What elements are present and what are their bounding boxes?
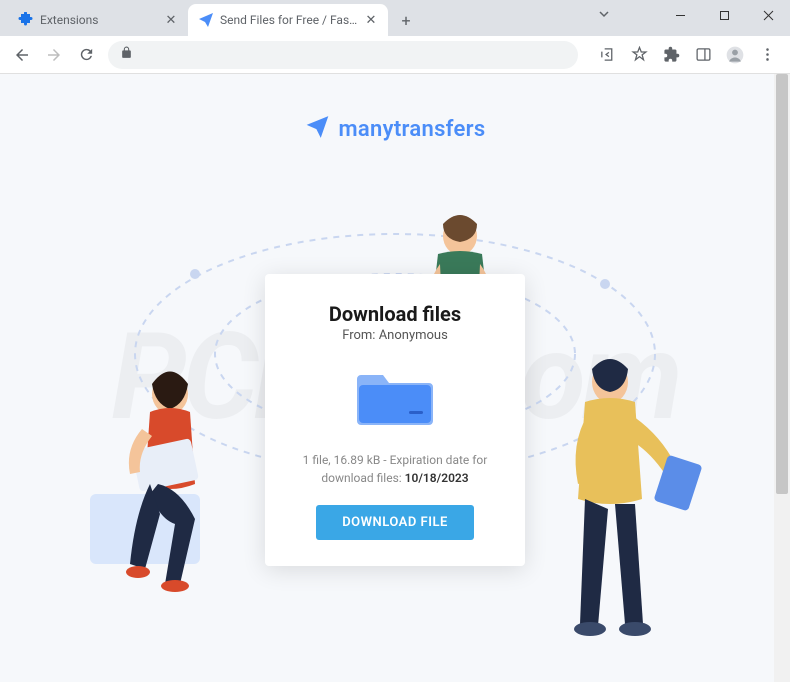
tab-title: Send Files for Free / Fast & Secu bbox=[220, 13, 358, 27]
scrollbar[interactable] bbox=[774, 74, 790, 682]
tab-title: Extensions bbox=[40, 13, 158, 27]
close-window-button[interactable] bbox=[746, 0, 790, 30]
new-tab-button[interactable]: + bbox=[392, 6, 420, 34]
reload-button[interactable] bbox=[72, 41, 100, 69]
card-info: 1 file, 16.89 kB - Expiration date for d… bbox=[289, 451, 501, 487]
address-bar[interactable] bbox=[108, 41, 578, 69]
browser-window: Extensions ✕ Send Files for Free / Fast … bbox=[0, 0, 790, 682]
close-icon[interactable]: ✕ bbox=[164, 13, 178, 27]
brand-name: manytransfers bbox=[338, 117, 485, 142]
toolbar-actions bbox=[592, 41, 782, 69]
paper-plane-icon bbox=[198, 12, 214, 28]
card-from: From: Anonymous bbox=[289, 328, 501, 343]
puzzle-icon bbox=[18, 12, 34, 28]
window-controls bbox=[658, 0, 790, 30]
profile-icon[interactable] bbox=[720, 41, 750, 69]
bookmark-icon[interactable] bbox=[624, 41, 654, 69]
folder-icon bbox=[355, 363, 435, 427]
minimize-button[interactable] bbox=[658, 0, 702, 30]
maximize-button[interactable] bbox=[702, 0, 746, 30]
extensions-icon[interactable] bbox=[656, 41, 686, 69]
download-card: Download files From: Anonymous 1 file, 1… bbox=[265, 274, 525, 566]
tab-extensions[interactable]: Extensions ✕ bbox=[8, 4, 188, 36]
download-file-button[interactable]: DOWNLOAD FILE bbox=[316, 505, 474, 540]
share-icon[interactable] bbox=[592, 41, 622, 69]
illustration-person-left bbox=[80, 354, 250, 594]
paper-plane-icon bbox=[304, 114, 330, 144]
titlebar: Extensions ✕ Send Files for Free / Fast … bbox=[0, 0, 790, 36]
lock-icon bbox=[120, 46, 133, 63]
sidepanel-icon[interactable] bbox=[688, 41, 718, 69]
back-button[interactable] bbox=[8, 41, 36, 69]
page-content: PCrisk.com manytransfers bbox=[0, 74, 790, 682]
tab-dropdown-icon[interactable] bbox=[598, 8, 610, 24]
tab-strip: Extensions ✕ Send Files for Free / Fast … bbox=[0, 0, 420, 36]
forward-button[interactable] bbox=[40, 41, 68, 69]
toolbar bbox=[0, 36, 790, 74]
illustration-person-right bbox=[530, 344, 710, 644]
tab-sendfiles[interactable]: Send Files for Free / Fast & Secu ✕ bbox=[188, 4, 388, 36]
close-icon[interactable]: ✕ bbox=[364, 13, 378, 27]
scrollbar-thumb[interactable] bbox=[776, 74, 788, 494]
brand-logo: manytransfers bbox=[304, 114, 485, 144]
card-title: Download files bbox=[289, 302, 501, 326]
menu-icon[interactable] bbox=[752, 41, 782, 69]
